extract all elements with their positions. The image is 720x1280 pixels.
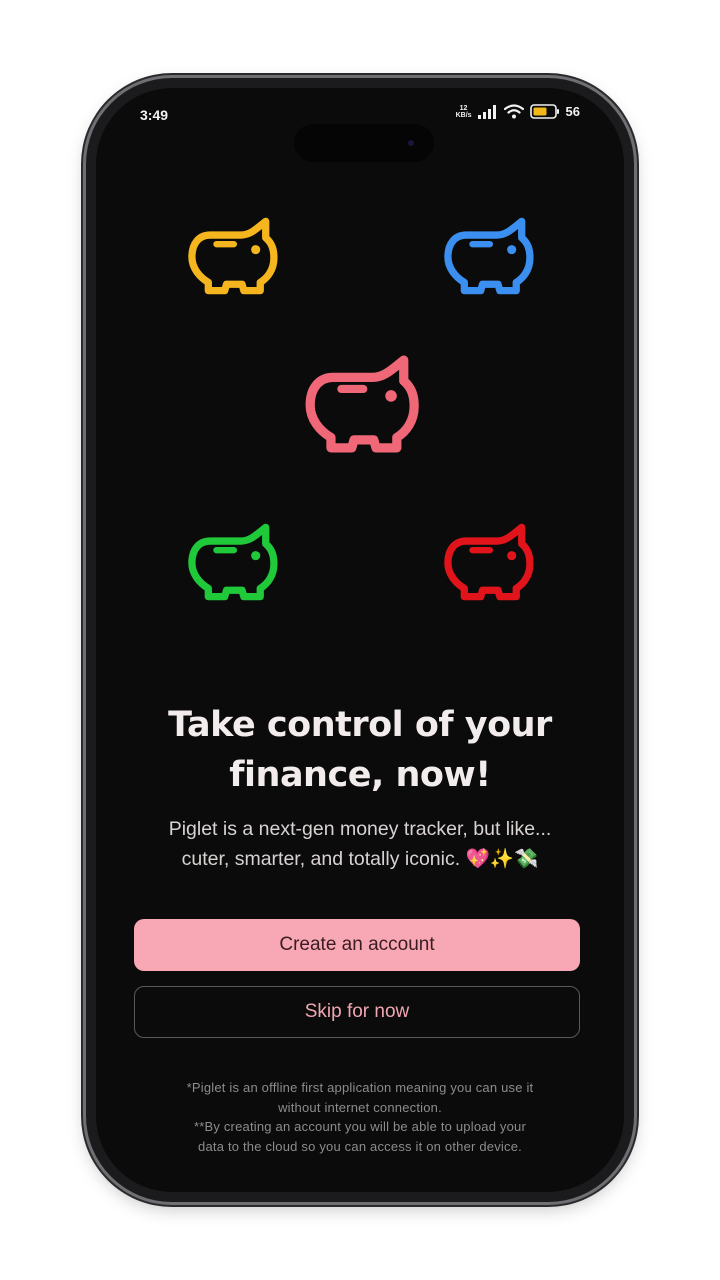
green-piggy-bank-icon [186,521,278,603]
network-speed-value: 12 [459,104,468,112]
phone-screen: 3:49 12 KB/s 56 Take control of your fin… [96,88,624,1192]
subtitle-line-1: Piglet is a next-gen money tracker, but … [168,818,552,840]
footnote-line-1: *Piglet is an offline first application … [186,1080,534,1095]
phone-frame: 3:49 12 KB/s 56 Take control of your fin… [86,78,634,1202]
headline-line-2: finance, now! [229,755,491,795]
footnote: *Piglet is an offline first application … [96,1078,624,1156]
create-account-button[interactable]: Create an account [134,919,580,971]
footnote-line-4: data to the cloud so you can access it o… [198,1138,522,1154]
footnote-line-3: **By creating an account you will be abl… [193,1119,527,1134]
headline-line-1: Take control of your [168,705,552,745]
create-account-label: Create an account [279,934,435,955]
battery-icon [529,104,559,119]
network-speed-unit: KB/s [455,111,472,119]
network-speed: 12 KB/s [456,105,472,119]
camera-dot [408,140,414,146]
footnote-line-2: without internet connection. [278,1099,442,1115]
status-icons: 12 KB/s 56 [456,104,580,119]
skip-label: Skip for now [304,1001,410,1022]
blue-piggy-bank-icon [442,215,534,297]
skip-button[interactable]: Skip for now [134,986,580,1038]
stage: 3:49 12 KB/s 56 Take control of your fin… [0,0,720,1280]
signal-icon [477,104,496,119]
battery-percent: 56 [565,104,580,119]
subtitle-line-2: cuter, smarter, and totally iconic. 💖✨💸 [181,848,539,870]
page-title: Take control of your finance, now! [96,700,624,800]
pink-piggy-bank-icon [303,352,419,456]
yellow-piggy-bank-icon [186,215,278,297]
status-time: 3:49 [140,107,169,123]
wifi-icon [503,104,524,119]
subtitle: Piglet is a next-gen money tracker, but … [96,814,624,874]
dynamic-island [294,124,434,162]
red-piggy-bank-icon [442,521,534,603]
